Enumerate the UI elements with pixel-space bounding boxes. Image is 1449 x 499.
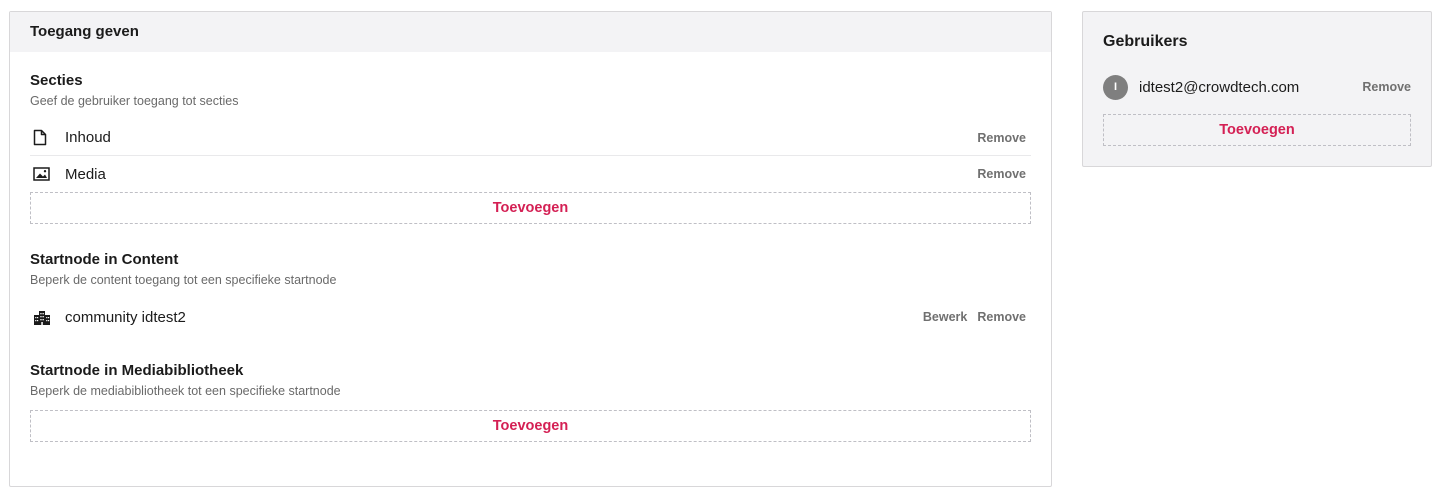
- image-icon: [33, 164, 58, 184]
- users-panel: Gebruikers I idtest2@crowdtech.com Remov…: [1082, 11, 1432, 167]
- section-item-label: Inhoud: [65, 129, 111, 146]
- remove-section-inhoud-button[interactable]: Remove: [977, 131, 1026, 145]
- startnode-content-block: Startnode in Content Beperk de content t…: [30, 251, 1031, 335]
- users-title: Gebruikers: [1103, 33, 1188, 50]
- startnode-content-label: community idtest2: [65, 308, 186, 326]
- startnode-content-item: community idtest2 Bewerk Remove: [30, 299, 1031, 335]
- document-icon: [33, 128, 58, 148]
- section-item-label: Media: [65, 165, 106, 183]
- remove-startnode-button[interactable]: Remove: [977, 310, 1026, 324]
- add-section-button[interactable]: Toevoegen: [30, 192, 1031, 224]
- panel-header-title: Toegang geven: [10, 12, 1051, 52]
- grant-access-panel: Toegang geven Secties Geef de gebruiker …: [9, 11, 1052, 487]
- startnode-media-block: Startnode in Mediabibliotheek Beperk de …: [30, 362, 1031, 442]
- add-media-startnode-button[interactable]: Toevoegen: [30, 410, 1031, 442]
- avatar: I: [1103, 74, 1128, 100]
- remove-section-media-button[interactable]: Remove: [977, 167, 1026, 181]
- building-icon: [33, 307, 58, 327]
- remove-user-button[interactable]: Remove: [1362, 80, 1411, 94]
- sections-block: Secties Geef de gebruiker toegang tot se…: [30, 72, 1031, 224]
- startnode-content-description: Beperk de content toegang tot een specif…: [30, 273, 337, 287]
- user-row: I idtest2@crowdtech.com Remove: [1103, 74, 1411, 100]
- sections-title: Secties: [30, 72, 83, 89]
- sections-description: Geef de gebruiker toegang tot secties: [30, 94, 239, 108]
- add-user-button[interactable]: Toevoegen: [1103, 114, 1411, 146]
- edit-startnode-button[interactable]: Bewerk: [923, 310, 967, 324]
- startnode-media-description: Beperk de mediabibliotheek tot een speci…: [30, 384, 341, 398]
- user-email: idtest2@crowdtech.com: [1139, 78, 1300, 96]
- startnode-content-title: Startnode in Content: [30, 251, 179, 268]
- section-item-inhoud: Inhoud Remove: [30, 120, 1031, 156]
- section-item-media: Media Remove: [30, 156, 1031, 192]
- startnode-media-title: Startnode in Mediabibliotheek: [30, 362, 244, 379]
